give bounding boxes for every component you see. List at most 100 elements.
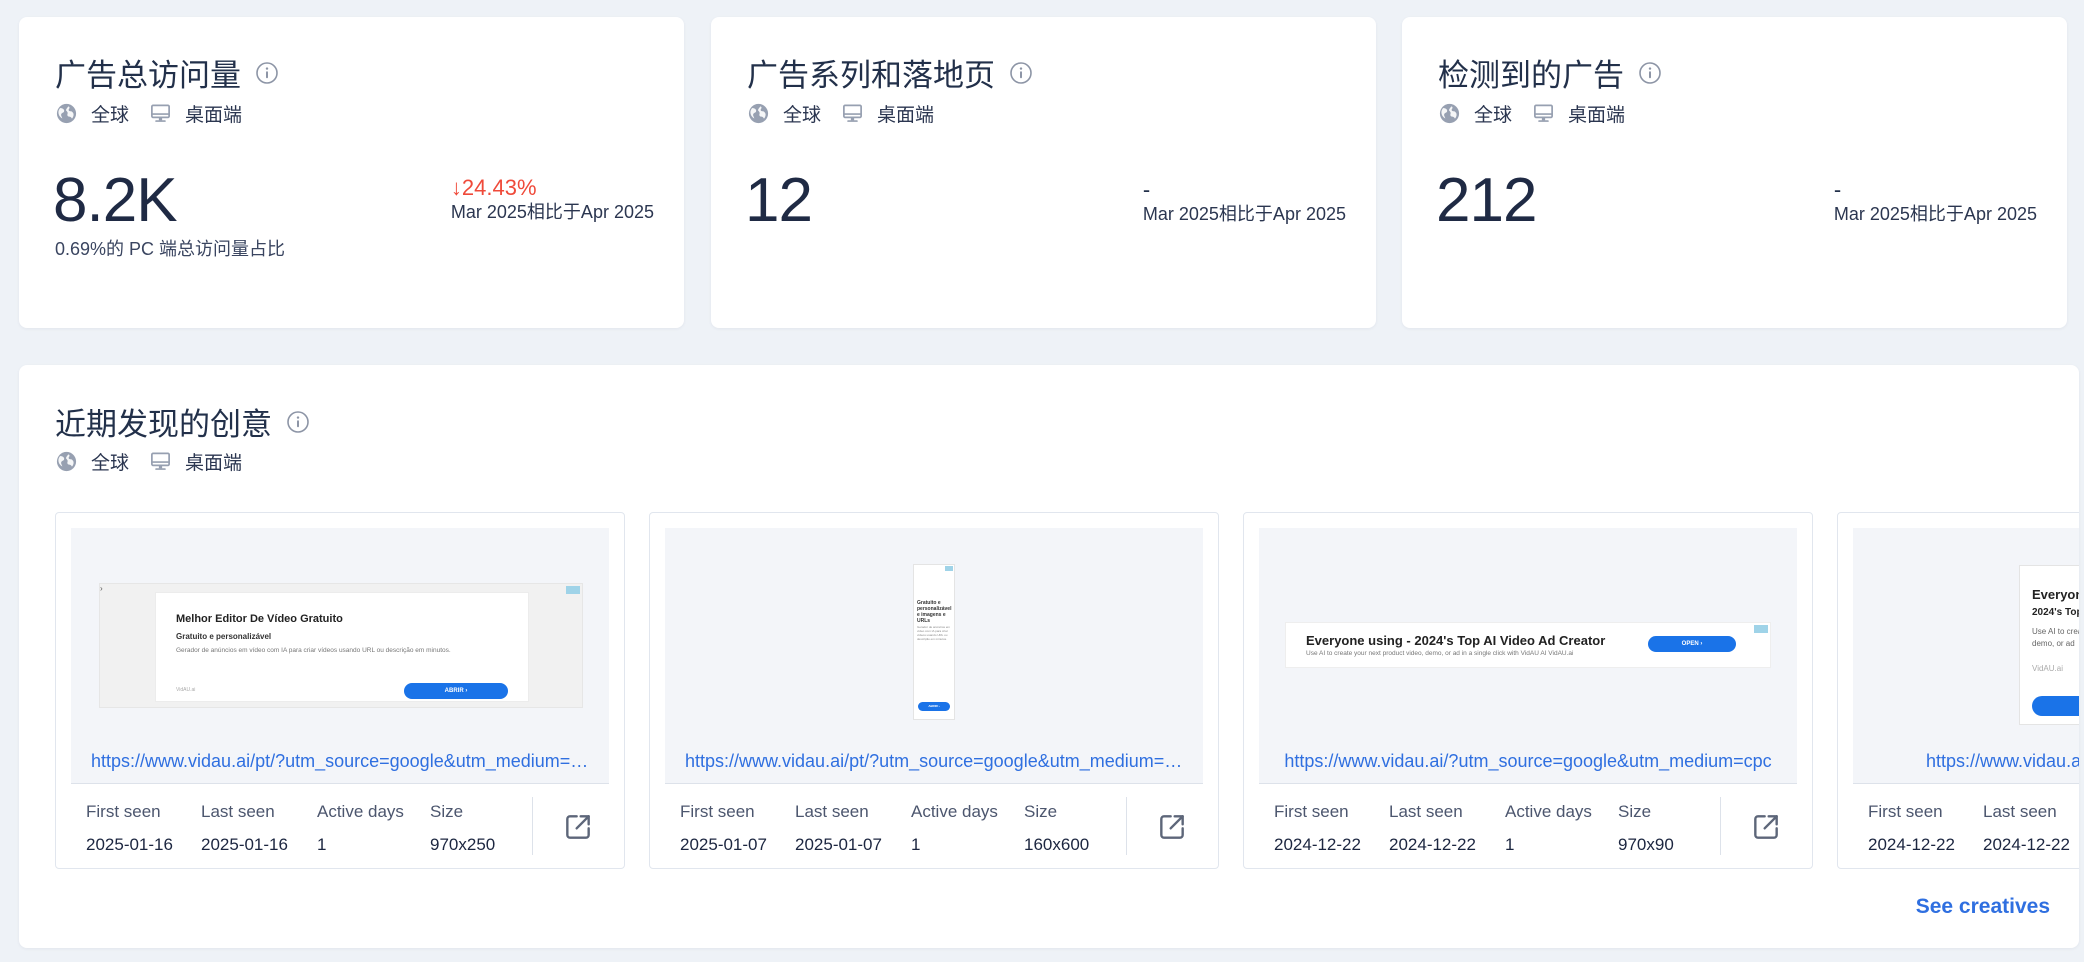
device-label: 桌面端 [1568,105,1626,126]
creative-preview[interactable]: Everyone using - 2024's Top AI Video Ad … [1259,528,1797,783]
creative-preview[interactable]: Gratuito e personalizável e imagens e UR… [665,528,1203,783]
creative-url[interactable]: https://www.vidau.ai/pt/?utm_source=goog… [71,751,609,772]
ad-description: Gerador de anúncios em vídeo com IA para… [917,625,951,641]
region-label: 全球 [91,453,130,474]
ad-image: Gratuito e personalizável e imagens e UR… [913,564,955,720]
first-seen-label: First seen [1274,802,1349,821]
globe-icon [1438,102,1461,125]
change-box: ↓24.43% Mar 2025相比于Apr 2025 [451,175,654,223]
ad-description: Use AI to create your next product video… [1306,650,1574,657]
creative-preview[interactable]: Everyone using 2024's Top AI Use AI to c… [1853,528,2079,783]
metric-card-ad-visits: 广告总访问量 全球 桌面端 8.2K 0.69%的 PC 端总访问量占比 ↓24… [19,17,684,328]
ad-domain: VidAU.ai [176,687,196,693]
card-title: 近期发现的创意 [55,407,272,442]
change-description: Mar 2025相比于Apr 2025 [450,202,654,222]
ad-domain: VidAU.ai [2032,664,2063,673]
last-seen-value: 2025-01-07 [795,835,882,854]
card-title: 广告系列和落地页 [747,58,995,93]
metric-value: 212 [1436,166,1537,235]
first-seen-label: First seen [86,802,161,821]
globe-icon [55,102,78,125]
ad-image: Everyone using 2024's Top AI Use AI to c… [2019,565,2079,725]
adchoices-icon [945,566,953,571]
info-icon[interactable] [255,61,279,85]
creative-card[interactable]: Gratuito e personalizável e imagens e UR… [649,512,1219,869]
last-seen-value: 2024-12-22 [1389,835,1476,854]
open-external-icon[interactable] [1750,811,1782,843]
active-days-label: Active days [1505,802,1592,821]
ad-subline: Gratuito e personalizável [176,632,272,641]
metric-card-detected-ads: 检测到的广告 全球 桌面端 212 - Mar 2025相比于Apr 2025 [1402,17,2067,328]
ad-cta: ABRIR › [918,702,950,711]
creative-url[interactable]: https://www.vidau.ai/?utm_source=google&… [1259,751,1797,772]
change-value: ↓24.43% [450,175,537,200]
chevron-right-icon: › [100,584,103,593]
metric-value: 12 [745,166,813,235]
creative-card[interactable]: › Melhor Editor De Vídeo Gratuito Gratui… [55,512,625,869]
ad-subline: 2024's Top AI [2032,607,2079,618]
last-seen-label: Last seen [795,802,869,821]
desktop-icon [149,102,172,125]
card-title: 广告总访问量 [55,58,241,93]
first-seen-label: First seen [1868,802,1943,821]
adchoices-icon [1754,625,1768,633]
first-seen-value: 2025-01-07 [680,835,767,854]
creative-card[interactable]: Everyone using - 2024's Top AI Video Ad … [1243,512,1813,869]
creative-preview[interactable]: › Melhor Editor De Vídeo Gratuito Gratui… [71,528,609,783]
size-value: 970x250 [430,835,496,854]
open-external-icon[interactable] [1156,811,1188,843]
change-box: - Mar 2025相比于Apr 2025 [1143,177,1346,225]
ad-cta: OPEN › [1648,636,1736,652]
active-days-value: 1 [1505,835,1515,854]
filter-tags: 全球 桌面端 [55,100,262,127]
info-icon[interactable] [1009,61,1033,85]
last-seen-label: Last seen [1983,802,2057,821]
ad-cta [2032,696,2079,716]
region-label: 全球 [783,105,822,126]
recent-creatives-card: 近期发现的创意 全球 桌面端 › Melhor Editor De Vídeo … [19,365,2079,948]
active-days-label: Active days [911,802,998,821]
last-seen-label: Last seen [1389,802,1463,821]
ad-headline: Everyone using - 2024's Top AI Video Ad … [1306,633,1606,648]
size-label: Size [1024,802,1058,821]
first-seen-value: 2024-12-22 [1274,835,1361,854]
change-value: - [1833,177,1842,202]
card-title: 检测到的广告 [1438,58,1624,93]
globe-icon [747,102,770,125]
change-description: Mar 2025相比于Apr 2025 [1142,204,1346,224]
device-label: 桌面端 [185,453,243,474]
filter-tags: 全球 桌面端 [747,100,954,127]
size-label: Size [430,802,464,821]
change-box: - Mar 2025相比于Apr 2025 [1834,177,2037,225]
info-icon[interactable] [1638,61,1662,85]
metric-value: 8.2K [53,166,178,235]
creative-url[interactable]: https://www.vidau.ai/?utm_source=google [1853,751,2079,772]
ad-headline: Everyone using [2032,587,2079,602]
ad-description: Use AI to create your next product video… [2032,627,2079,648]
device-label: 桌面端 [185,105,243,126]
see-creatives-link[interactable]: See creatives [1916,895,2050,919]
last-seen-value: 2025-01-16 [201,835,288,854]
change-description: Mar 2025相比于Apr 2025 [1833,204,2037,224]
creative-card[interactable]: Everyone using 2024's Top AI Use AI to c… [1837,512,2079,869]
metric-note: 0.69%的 PC 端总访问量占比 [55,239,286,259]
first-seen-value: 2024-12-22 [1868,835,1955,854]
ad-cta: ABRIR › [404,683,508,699]
ad-description: Gerador de anúncios em vídeo com IA para… [176,647,451,654]
open-external-icon[interactable] [562,811,594,843]
ad-image: › Melhor Editor De Vídeo Gratuito Gratui… [99,583,583,708]
adchoices-icon [566,586,580,594]
creative-url[interactable]: https://www.vidau.ai/pt/?utm_source=goog… [665,751,1203,772]
size-label: Size [1618,802,1652,821]
filter-tags: 全球 桌面端 [55,448,262,475]
last-seen-label: Last seen [201,802,275,821]
device-label: 桌面端 [877,105,935,126]
desktop-icon [841,102,864,125]
first-seen-value: 2025-01-16 [86,835,173,854]
desktop-icon [149,450,172,473]
region-label: 全球 [91,105,130,126]
active-days-value: 1 [317,835,327,854]
size-value: 160x600 [1024,835,1090,854]
info-icon[interactable] [286,410,310,434]
active-days-value: 1 [911,835,921,854]
